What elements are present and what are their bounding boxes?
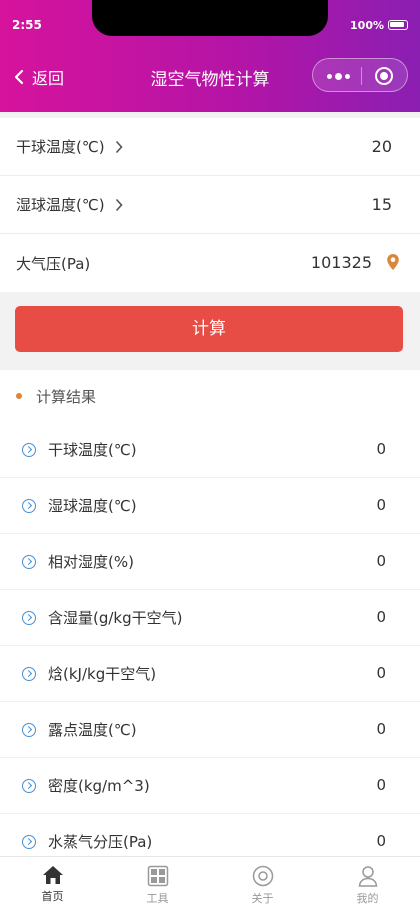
user-icon (358, 866, 377, 887)
arrow-circle-icon (22, 498, 36, 513)
wet-bulb-row[interactable]: 湿球温度(℃) 15 (0, 176, 420, 234)
result-row: 焓(kJ/kg干空气) 0 (0, 646, 420, 702)
result-label: 干球温度(℃) (48, 441, 137, 459)
pressure-row[interactable]: 大气压(Pa) 101325 (0, 234, 420, 292)
status-bar: 2:55 100% (0, 0, 420, 46)
dry-bulb-row[interactable]: 干球温度(℃) 20 (0, 118, 420, 176)
result-label: 密度(kg/m^3) (48, 777, 150, 795)
result-row: 湿球温度(℃) 0 (0, 478, 420, 534)
tab-tools[interactable]: 工具 (105, 857, 210, 912)
bottom-tab-bar: 首页 工具 关于 我的 (0, 856, 420, 912)
result-row: 水蒸气分压(Pa) 0 (0, 814, 420, 856)
location-pin-icon[interactable] (386, 253, 400, 271)
result-value: 0 (376, 664, 386, 682)
battery-percent: 100% (350, 19, 384, 32)
result-value: 0 (376, 608, 386, 626)
capsule-divider (361, 67, 362, 85)
app-header: 2:55 100% 返回 湿空气物性计算 (0, 0, 420, 112)
home-icon (42, 866, 63, 884)
result-row: 干球温度(℃) 0 (0, 422, 420, 478)
results-heading: 计算结果 (0, 370, 420, 422)
result-value: 0 (376, 552, 386, 570)
input-section: 干球温度(℃) 20 湿球温度(℃) 15 大气压(Pa) 101325 (0, 118, 420, 292)
dry-bulb-label: 干球温度(℃) (16, 136, 123, 157)
result-label: 湿球温度(℃) (48, 497, 137, 515)
tab-about[interactable]: 关于 (210, 857, 315, 912)
arrow-circle-icon (22, 666, 36, 681)
close-program-icon[interactable] (375, 67, 393, 85)
wet-bulb-value[interactable]: 15 (372, 195, 392, 214)
result-label: 含湿量(g/kg干空气) (48, 609, 183, 627)
result-row: 密度(kg/m^3) 0 (0, 758, 420, 814)
result-row: 露点温度(℃) 0 (0, 702, 420, 758)
tab-home[interactable]: 首页 (0, 857, 105, 912)
dry-bulb-value[interactable]: 20 (372, 137, 392, 156)
calculate-button[interactable]: 计算 (15, 306, 403, 352)
pressure-label: 大气压(Pa) (16, 254, 91, 273)
nav-bar: 返回 湿空气物性计算 (0, 56, 420, 96)
screen-notch (92, 0, 328, 36)
tab-home-label: 首页 (41, 890, 64, 903)
arrow-circle-icon (22, 778, 36, 793)
chevron-right-icon (115, 198, 123, 211)
tab-mine[interactable]: 我的 (315, 857, 420, 912)
result-value: 0 (376, 832, 386, 850)
results-section: 计算结果 干球温度(℃) 0 湿球温度(℃) 0 相对湿度(%) 0 含湿量(g/kg… (0, 370, 420, 856)
arrow-circle-icon (22, 554, 36, 569)
result-label: 焓(kJ/kg干空气) (48, 665, 157, 683)
wet-bulb-label: 湿球温度(℃) (16, 194, 123, 215)
arrow-circle-icon (22, 442, 36, 457)
result-value: 0 (376, 720, 386, 738)
arrow-circle-icon (22, 610, 36, 625)
result-value: 0 (376, 440, 386, 458)
bullet-dot-icon (16, 393, 22, 399)
chevron-right-icon (115, 140, 123, 153)
pressure-value[interactable]: 101325 (311, 253, 372, 272)
more-menu-icon[interactable] (327, 73, 350, 80)
arrow-circle-icon (22, 722, 36, 737)
tab-about-label: 关于 (251, 892, 274, 905)
result-row: 含湿量(g/kg干空气) 0 (0, 590, 420, 646)
result-value: 0 (376, 776, 386, 794)
arrow-circle-icon (22, 834, 36, 849)
result-value: 0 (376, 496, 386, 514)
button-area: 计算 (0, 292, 420, 370)
status-time: 2:55 (12, 18, 42, 32)
tab-mine-label: 我的 (356, 892, 379, 905)
result-row: 相对湿度(%) 0 (0, 534, 420, 590)
battery-icon (388, 20, 408, 30)
result-label: 相对湿度(%) (48, 553, 134, 571)
result-label: 水蒸气分压(Pa) (48, 833, 153, 851)
result-label: 露点温度(℃) (48, 721, 137, 739)
tab-tools-label: 工具 (146, 892, 169, 905)
mini-program-capsule (312, 58, 408, 92)
about-target-icon (252, 865, 273, 887)
tools-grid-icon (147, 865, 168, 887)
